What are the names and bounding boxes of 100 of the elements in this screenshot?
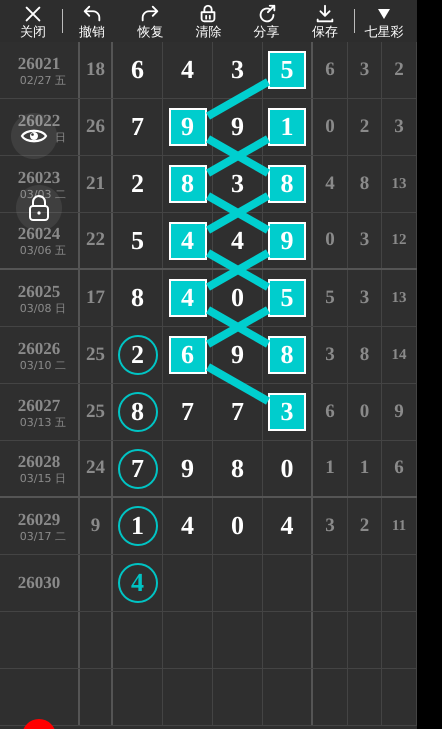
- stat-value: 0: [325, 114, 335, 139]
- highlighted-number: 8: [268, 165, 306, 203]
- number: 8: [131, 285, 144, 311]
- stat-value: 2: [360, 114, 370, 139]
- highlighted-number: 6: [168, 336, 206, 374]
- sum-value: 22: [86, 228, 105, 252]
- draw-date: 03/08 日: [20, 302, 66, 316]
- highlighted-number: 8: [268, 336, 306, 374]
- highlighted-number: 1: [268, 108, 306, 146]
- toolbar-button[interactable]: 恢复: [121, 3, 180, 39]
- stat-value: 3: [325, 342, 335, 367]
- circled-number: 8: [118, 392, 158, 432]
- number: 9: [181, 456, 194, 482]
- number: 7: [181, 399, 194, 425]
- highlighted-number: 8: [168, 165, 206, 203]
- issue-number: 26027: [18, 394, 60, 416]
- stat-value: 3: [360, 228, 370, 252]
- stat-value: 5: [325, 286, 335, 310]
- stat-value: 6: [325, 400, 335, 424]
- number: 4: [280, 513, 294, 539]
- number: 9: [231, 114, 244, 140]
- issue-number: 26026: [18, 338, 60, 359]
- stat-value: 3: [360, 286, 370, 310]
- stat-value: 0: [325, 228, 335, 252]
- draw-date: 02/27 五: [20, 74, 66, 88]
- stat-value: 4: [325, 172, 335, 196]
- stat-value: 13: [392, 174, 406, 194]
- connector-line: [206, 363, 270, 405]
- highlighted-number: 4: [168, 222, 206, 260]
- number: 4: [181, 57, 194, 83]
- stat-value: 12: [392, 231, 406, 250]
- stat-value: 6: [325, 58, 335, 82]
- number: 5: [131, 228, 144, 254]
- stat-value: 8: [360, 172, 370, 196]
- issue-number: 26023: [18, 166, 60, 188]
- stat-value: 3: [325, 514, 335, 538]
- stat-value: 11: [392, 516, 406, 536]
- toolbar-button[interactable]: 清除: [179, 3, 238, 39]
- circled-number: 2: [118, 335, 158, 375]
- highlighted-number: 4: [168, 279, 206, 317]
- draw-date: 03/10 二: [20, 358, 66, 372]
- sum-value: 18: [86, 58, 105, 82]
- issue-number: 26030: [18, 572, 60, 594]
- issue-number: 26029: [18, 508, 60, 530]
- draw-date: 03/15 日: [20, 472, 66, 486]
- sum-value: 25: [86, 342, 105, 367]
- issue-number: 26021: [18, 52, 60, 74]
- draw-date: 03/13 五: [20, 416, 66, 430]
- number: 6: [131, 57, 144, 83]
- number: 7: [231, 399, 244, 425]
- issue-number: 26025: [18, 280, 60, 302]
- highlighted-number: 5: [268, 51, 306, 89]
- number: 3: [231, 57, 244, 83]
- sum-value: 26: [86, 114, 105, 139]
- draw-date: 03/17 二: [20, 530, 66, 544]
- stat-value: 13: [392, 288, 406, 308]
- stat-value: 14: [392, 346, 406, 365]
- circled-number: 4: [118, 563, 158, 603]
- toolbar-button[interactable]: 保存: [296, 3, 354, 39]
- stat-value: 0: [360, 400, 370, 424]
- number: 8: [231, 456, 244, 482]
- highlighted-number: 9: [268, 222, 306, 260]
- stat-value: 1: [360, 456, 370, 480]
- issue-number: 26022: [18, 110, 60, 131]
- number: 0: [231, 513, 244, 539]
- number: 0: [231, 285, 244, 311]
- circled-number: 7: [118, 448, 158, 488]
- number: 4: [231, 228, 244, 254]
- draw-date: 日: [55, 130, 66, 144]
- stat-value: 2: [360, 514, 370, 538]
- number: 0: [280, 456, 294, 482]
- stat-value: 6: [394, 456, 404, 480]
- highlighted-number: 3: [268, 393, 306, 431]
- issue-number: 26028: [18, 451, 60, 472]
- toolbar-button[interactable]: 关闭: [4, 3, 62, 39]
- sum-value: 9: [90, 514, 100, 538]
- number: 4: [181, 513, 194, 539]
- dropdown-icon: [376, 8, 391, 20]
- toolbar-button[interactable]: 分享: [238, 3, 296, 39]
- sum-value: 17: [86, 286, 105, 310]
- highlighted-number: 9: [168, 108, 206, 146]
- number: 3: [231, 171, 244, 197]
- sum-value: 25: [86, 400, 105, 424]
- number: 2: [131, 171, 144, 197]
- highlighted-number: 5: [268, 279, 306, 317]
- issue-number: 26024: [18, 223, 60, 244]
- toolbar-button[interactable]: 七星彩: [354, 3, 413, 39]
- sum-value: 21: [86, 172, 105, 196]
- stat-value: 3: [360, 58, 370, 82]
- draw-date: 03/06 五: [20, 244, 66, 258]
- number: 9: [231, 342, 244, 368]
- toolbar-button[interactable]: 撤销: [63, 3, 122, 39]
- number: 7: [131, 114, 144, 140]
- stat-value: 9: [394, 400, 404, 424]
- sum-value: 24: [86, 456, 105, 480]
- stat-value: 2: [394, 58, 404, 82]
- stat-value: 1: [325, 456, 335, 480]
- stat-value: 8: [360, 342, 370, 367]
- circled-number: 1: [118, 506, 158, 546]
- stat-value: 3: [394, 114, 404, 139]
